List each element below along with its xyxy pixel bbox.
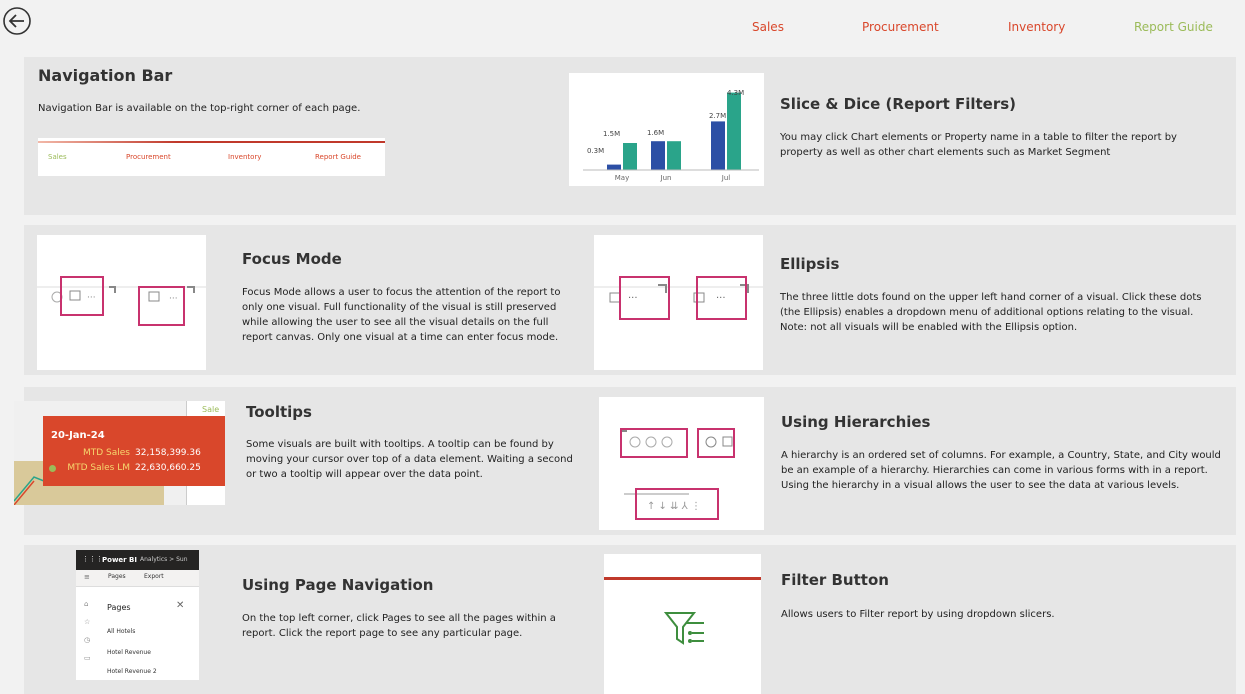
- mini-nav-procurement: Procurement: [126, 153, 171, 161]
- page-nav-title: Using Page Navigation: [242, 576, 434, 594]
- bar-may-s1[interactable]: [607, 164, 621, 170]
- tooltip-date: 20-Jan-24: [51, 430, 105, 441]
- hierarchy-highlight-3: [635, 488, 719, 520]
- bar-may-s2[interactable]: [623, 143, 637, 170]
- pbi-header: ⋮⋮⋮ Power BI Analytics > Sun: [76, 550, 199, 570]
- waffle-icon: ⋮⋮⋮: [82, 555, 103, 563]
- navigation-bar-desc: Navigation Bar is available on the top-r…: [38, 103, 361, 114]
- back-arrow-icon[interactable]: [2, 6, 32, 36]
- x-tick-label: Jul: [721, 174, 731, 182]
- data-label: 0.3M: [587, 147, 604, 155]
- focus-mode-desc: Focus Mode allows a user to focus the at…: [242, 287, 561, 343]
- tooltip-row2-label: MTD Sales LM: [67, 463, 130, 473]
- data-label: 4.3M: [727, 89, 744, 97]
- export-button[interactable]: Export: [144, 573, 164, 580]
- home-icon: ⌂: [84, 600, 89, 608]
- star-icon: ☆: [84, 618, 91, 626]
- tooltips-title: Tooltips: [246, 403, 312, 421]
- bar-jun-s2[interactable]: [667, 141, 681, 170]
- pages-pane-title: Pages: [107, 603, 131, 612]
- mini-nav-bar-image: Sales Procurement Inventory Report Guide: [38, 138, 385, 176]
- clock-icon: ◷: [84, 636, 91, 644]
- nav-procurement[interactable]: Procurement: [862, 20, 939, 34]
- page-item-2[interactable]: Hotel Revenue: [107, 649, 151, 656]
- slice-bar-chart: May Jun Jul 0.3M 1.5M 1.6M 2.7M 4.3M: [583, 89, 759, 182]
- tooltip-bg-label: Sale: [202, 405, 220, 414]
- filter-button-title: Filter Button: [781, 571, 889, 589]
- page-nav-desc: On the top left corner, click Pages to s…: [242, 613, 556, 639]
- slice-dice-title: Slice & Dice (Report Filters): [780, 95, 1017, 113]
- tooltip-image: Sale 20-Jan-24 MTD Sales 32,158,399.36 M…: [14, 401, 225, 505]
- data-label: 2.7M: [709, 112, 726, 120]
- bar-jul-s2[interactable]: [727, 92, 741, 170]
- ellipsis-title: Ellipsis: [780, 255, 840, 273]
- mini-nav-sales: Sales: [48, 153, 67, 161]
- hierarchy-highlight-2: [697, 428, 735, 458]
- top-bar: Sales Procurement Inventory Report Guide: [0, 0, 1245, 55]
- pbi-breadcrumb: Analytics > Sun: [140, 556, 188, 563]
- tooltip-popup: 20-Jan-24 MTD Sales 32,158,399.36 MTD Sa…: [43, 416, 225, 486]
- tooltip-row2-value: 22,630,660.25: [135, 463, 201, 473]
- filter-funnel-icon: [664, 612, 704, 645]
- tooltips-desc: Some visuals are built with tooltips. A …: [246, 439, 573, 480]
- filter-button-desc: Allows users to Filter report by using d…: [781, 609, 1055, 620]
- mini-nav-inventory: Inventory: [228, 153, 262, 161]
- focus-highlight-2: [138, 286, 185, 326]
- ellipsis-highlight-1: [619, 276, 670, 320]
- tooltip-row1-value: 32,158,399.36: [135, 448, 201, 458]
- close-icon[interactable]: ✕: [176, 600, 184, 611]
- page-nav-image: ⋮⋮⋮ Power BI Analytics > Sun ≡ Pages Exp…: [76, 550, 199, 680]
- tooltip-row1-label: MTD Sales: [82, 448, 130, 458]
- filter-button-image: [604, 554, 761, 694]
- hierarchy-highlight-1: [620, 428, 688, 458]
- data-label: 1.5M: [603, 130, 620, 138]
- slice-chart-image: May Jun Jul 0.3M 1.5M 1.6M 2.7M 4.3M: [569, 73, 764, 186]
- hierarchies-desc: A hierarchy is an ordered set of columns…: [781, 450, 1221, 491]
- ellipsis-highlight-2: [696, 276, 747, 320]
- page-item-1[interactable]: All Hotels: [107, 628, 135, 635]
- pbi-brand: Power BI: [102, 556, 137, 564]
- apps-icon: ▭: [84, 654, 91, 662]
- page-item-3[interactable]: Hotel Revenue 2: [107, 668, 157, 675]
- nav-report-guide[interactable]: Report Guide: [1134, 20, 1213, 34]
- mini-nav-report-guide: Report Guide: [315, 153, 361, 161]
- x-tick-label: Jun: [660, 174, 672, 182]
- tooltip-dot-icon: [49, 465, 56, 472]
- slice-dice-desc: You may click Chart elements or Property…: [780, 132, 1177, 158]
- x-tick-label: May: [615, 174, 629, 182]
- bar-jul-s1[interactable]: [711, 121, 725, 170]
- hierarchies-title: Using Hierarchies: [781, 413, 931, 431]
- data-label: 1.6M: [647, 129, 664, 137]
- focus-mode-image: ··· ···: [37, 235, 206, 370]
- navigation-bar-title: Navigation Bar: [38, 66, 173, 85]
- nav-sales[interactable]: Sales: [752, 20, 784, 34]
- ellipsis-desc: The three little dots found on the upper…: [780, 292, 1202, 333]
- focus-highlight-1: [60, 276, 104, 316]
- hamburger-icon: ≡: [84, 573, 90, 581]
- hierarchy-image: ↑ ↓ ⇊ ⅄ ⋮: [599, 397, 764, 530]
- focus-mode-title: Focus Mode: [242, 250, 342, 268]
- bar-jun-s1[interactable]: [651, 141, 665, 170]
- pages-button[interactable]: Pages: [108, 573, 126, 580]
- nav-inventory[interactable]: Inventory: [1008, 20, 1065, 34]
- ellipsis-image: ··· ···: [594, 235, 763, 370]
